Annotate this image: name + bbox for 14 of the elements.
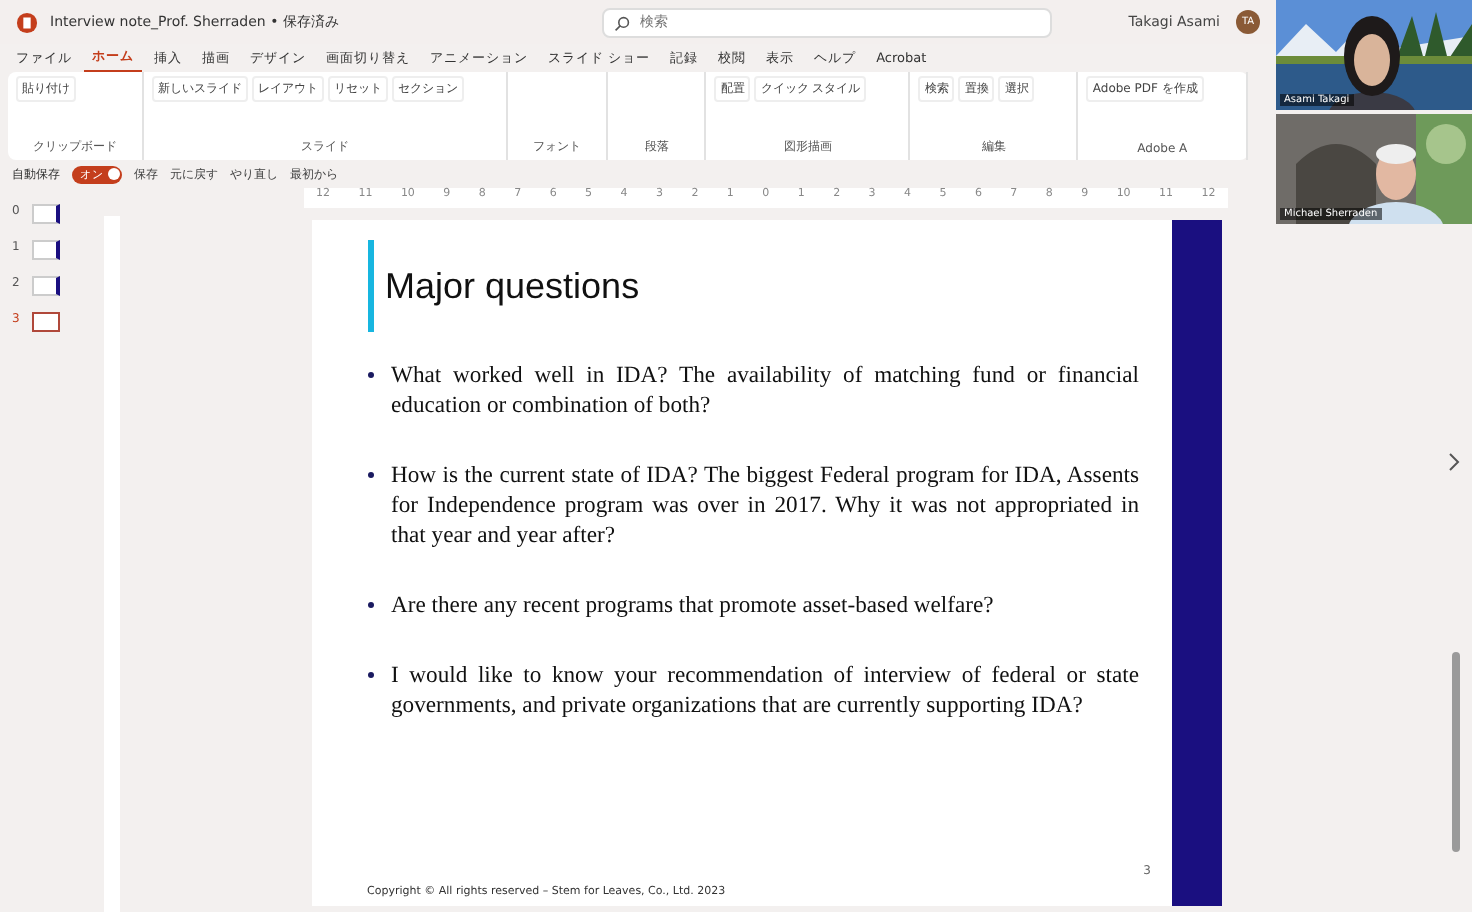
- bullet-text: I would like to know your recommendation of interview of federal or state governments, and private organizations that are currently supporting IDA?: [391, 660, 1141, 721]
- bullet-text: How is the current state of IDA? The biggest Federal program for IDA, Assents for Independence program was over in 2017. Why it was not appropriated in that year and year after?: [391, 460, 1141, 551]
- bullet-text: What worked well in IDA? The availability of matching fund or financial education or combination of both?: [391, 360, 1141, 421]
- search-icon: [614, 15, 630, 31]
- bullet-icon: [367, 602, 373, 609]
- app-logo-icon: [16, 11, 38, 33]
- slide-title: Major questions: [385, 265, 640, 307]
- bullet-text: Are there any recent programs that promote asset-based welfare?: [391, 590, 996, 621]
- bullet-icon: [367, 372, 373, 378]
- bullet-icon: [367, 672, 373, 679]
- bullet-icon: [367, 472, 373, 479]
- scrollbar[interactable]: [1452, 652, 1460, 852]
- slide-thumbnail[interactable]: [31, 312, 60, 332]
- accent-bar: [367, 240, 373, 332]
